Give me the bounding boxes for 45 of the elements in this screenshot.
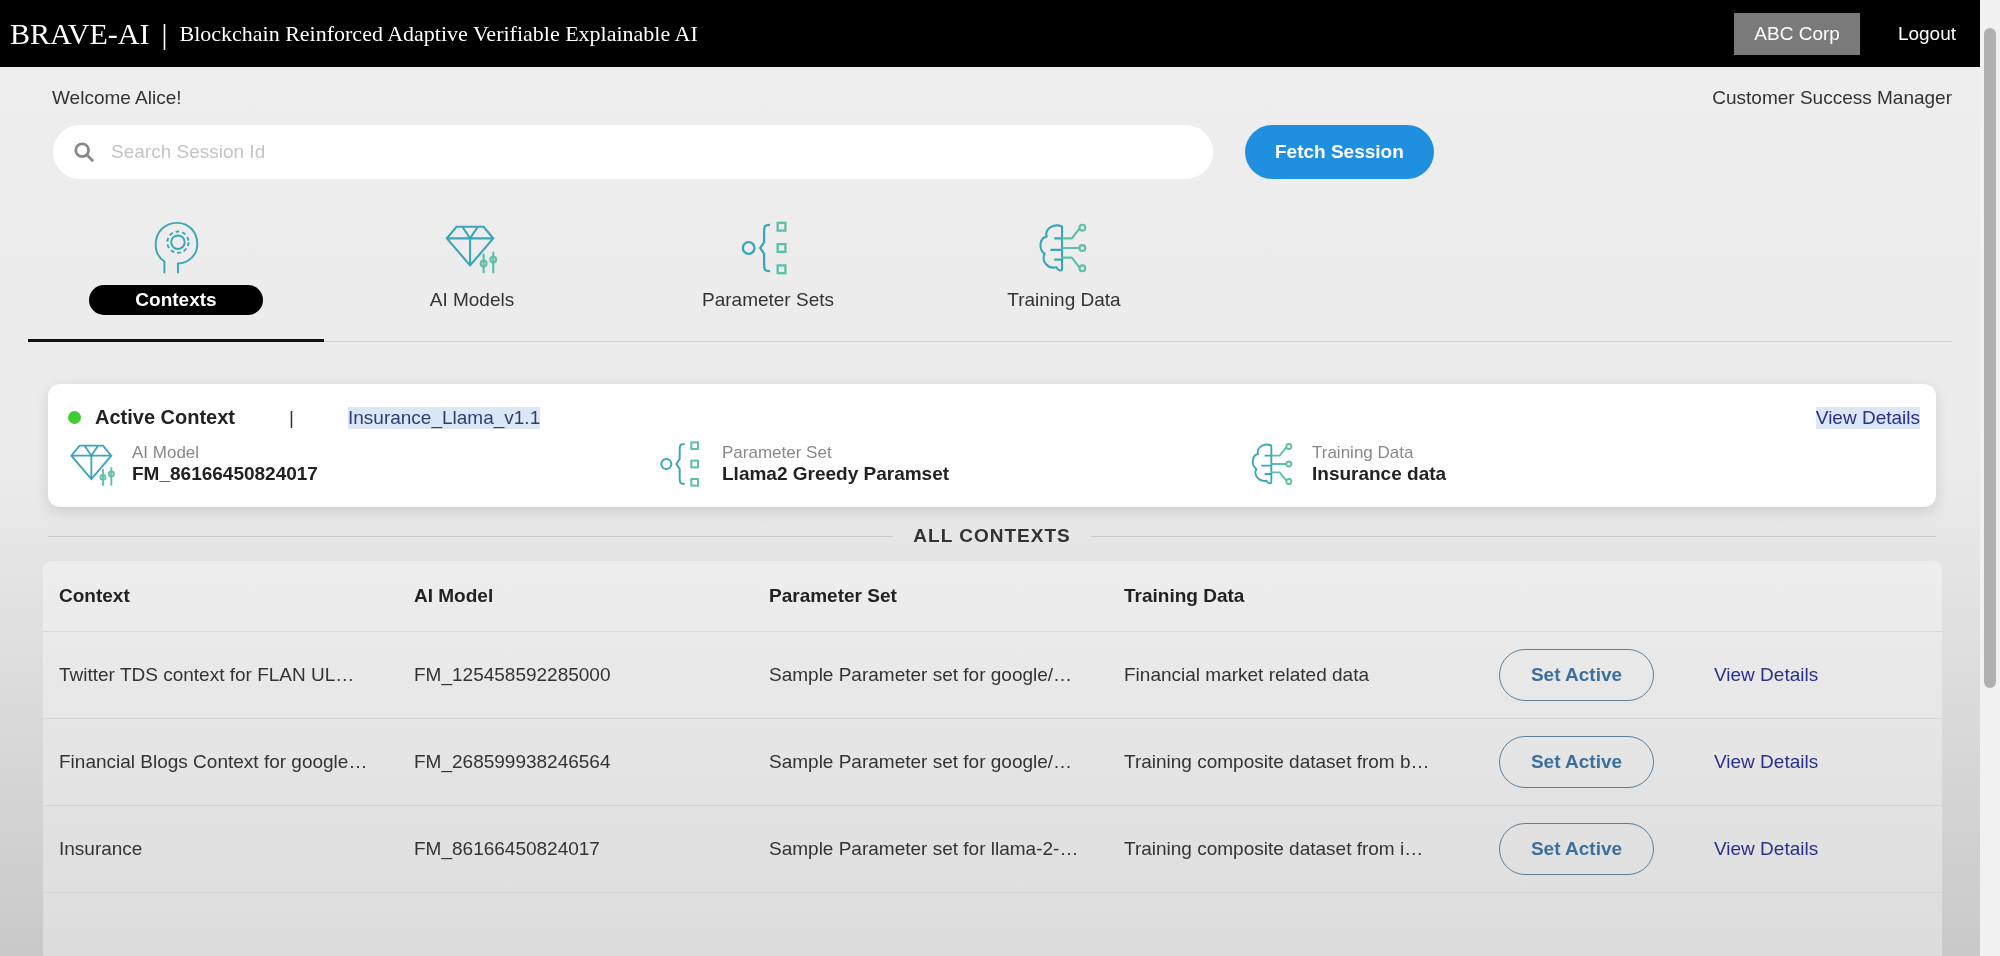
table-cell-text: Sample Parameter set for llama-2-…: [769, 838, 1080, 860]
title-separator: |: [289, 406, 294, 429]
item-value: Insurance data: [1312, 463, 1447, 485]
table-cell-text: FM_268599938246564: [414, 751, 612, 773]
table-cell-text: Training composite dataset from b…: [1124, 751, 1431, 773]
tab[interactable]: Training Data: [916, 219, 1212, 342]
view-details-link[interactable]: View Details: [1714, 751, 1819, 772]
view-details-link[interactable]: View Details: [1714, 664, 1819, 685]
title-separator: |: [161, 16, 168, 51]
organization-button[interactable]: ABC Corp: [1734, 12, 1860, 55]
column-header: AI Model: [414, 585, 495, 607]
table-cell-text: Financial market related data: [1124, 664, 1370, 686]
brand-title: BRAVE-AI: [10, 16, 150, 51]
tab[interactable]: Contexts: [28, 219, 324, 342]
view-details-link[interactable]: View Details: [1815, 406, 1920, 429]
user-role: Customer Success Manager: [1712, 87, 1952, 109]
item-label: Parameter Set: [722, 443, 833, 463]
item-value: FM_86166450824017: [132, 463, 318, 485]
item-label: Training Data: [1312, 443, 1415, 463]
tab[interactable]: Parameter Sets: [620, 219, 916, 342]
app-subtitle: Blockchain Reinforced Adaptive Verifiable Explainable AI: [179, 20, 699, 47]
view-details-link[interactable]: View Details: [1714, 838, 1819, 859]
table-cell-text: Sample Parameter set for google/…: [769, 664, 1074, 686]
table-cell-text: Twitter TDS context for FLAN UL…: [59, 664, 356, 686]
item-value: Llama2 Greedy Paramset: [722, 463, 950, 485]
table-cell-text: Insurance: [59, 838, 144, 860]
scrollbar[interactable]: [1980, 0, 2000, 956]
context-name-link[interactable]: Insurance_Llama_v1.1: [347, 406, 541, 429]
item-label: AI Model: [132, 443, 201, 463]
column-header: Training Data: [1124, 585, 1246, 607]
active-context-title: Active Context: [95, 406, 236, 429]
column-header: Parameter Set: [769, 585, 898, 607]
welcome-text: Welcome Alice!: [52, 87, 182, 109]
search-icon: [73, 141, 95, 163]
table-cell-text: Sample Parameter set for google/…: [769, 751, 1074, 773]
table-cell-text: Training composite dataset from i…: [1124, 838, 1425, 860]
tab[interactable]: AI Models: [324, 219, 620, 342]
table-cell-text: Financial Blogs Context for google…: [59, 751, 369, 773]
table-cell-text: FM_86166450824017: [414, 838, 601, 860]
column-header: Context: [59, 585, 131, 607]
logout-button[interactable]: Logout: [1891, 21, 1962, 46]
section-title: ALL CONTEXTS: [913, 525, 1071, 547]
table-cell-text: FM_125458592285000: [414, 664, 612, 686]
scrollbar-thumb[interactable]: [1984, 28, 1996, 688]
search-field[interactable]: Search Session Id: [53, 125, 1213, 179]
